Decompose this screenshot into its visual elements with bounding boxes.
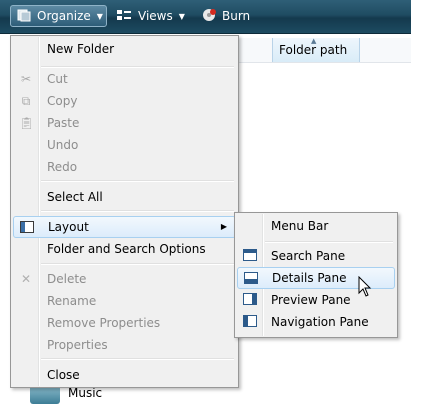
preview-pane-icon: [243, 293, 257, 308]
menu-item-label: Remove Properties: [47, 316, 161, 330]
copy-icon: ⧉: [21, 94, 31, 108]
details-pane-icon: [244, 272, 258, 287]
menu-item-undo[interactable]: Undo: [13, 134, 236, 156]
search-pane-icon: [243, 249, 257, 264]
clipboard-icon: 📋︎: [19, 116, 35, 130]
views-icon: [116, 8, 132, 25]
menu-item-label: Preview Pane: [271, 293, 351, 307]
menu-item-folder-search-options[interactable]: Folder and Search Options: [13, 238, 236, 260]
menu-item-label: Details Pane: [272, 271, 347, 285]
menu-separator: [41, 180, 234, 182]
menu-separator: [41, 263, 234, 265]
menu-item-close[interactable]: Close: [13, 364, 236, 386]
burn-disc-icon: [202, 8, 216, 25]
scissors-icon: ✂: [20, 72, 32, 86]
menu-item-label: Cut: [47, 72, 68, 86]
menu-item-label: Menu Bar: [271, 219, 329, 233]
submenu-item-menu-bar[interactable]: Menu Bar: [237, 215, 395, 237]
menu-item-remove-properties[interactable]: Remove Properties: [13, 312, 236, 334]
menu-item-new-folder[interactable]: New Folder: [13, 38, 236, 60]
menu-item-label: Copy: [47, 94, 78, 108]
menu-item-label: Paste: [47, 116, 80, 130]
organize-icon: [17, 8, 31, 25]
burn-button[interactable]: Burn: [196, 5, 258, 27]
sort-up-icon: ▲: [311, 37, 317, 45]
menu-separator: [41, 358, 234, 360]
menu-item-label: Redo: [47, 160, 78, 174]
music-label: Music: [68, 386, 103, 400]
command-bar: Organize ▼ Views ▼ Burn: [0, 0, 411, 34]
menu-item-paste[interactable]: 📋︎ Paste: [13, 112, 236, 134]
menu-item-label: Properties: [47, 338, 108, 352]
window-right-margin: [411, 0, 424, 416]
delete-x-icon: ✕: [20, 272, 32, 286]
menu-separator: [41, 210, 234, 212]
menu-item-redo[interactable]: Redo: [13, 156, 236, 178]
menu-item-label: Layout: [48, 220, 89, 234]
menu-separator: [265, 241, 393, 243]
menu-item-label: Folder and Search Options: [47, 242, 206, 256]
organize-label: Organize: [37, 9, 91, 23]
menu-item-delete[interactable]: ✕ Delete: [13, 268, 236, 290]
navigation-pane-icon: [243, 315, 257, 330]
submenu-item-search-pane[interactable]: Search Pane: [237, 245, 395, 267]
menu-item-label: Navigation Pane: [271, 315, 369, 329]
menu-item-cut[interactable]: ✂ Cut: [13, 68, 236, 90]
menu-item-label: New Folder: [47, 42, 115, 56]
submenu-item-navigation-pane[interactable]: Navigation Pane: [237, 311, 395, 333]
menu-item-label: Rename: [47, 294, 97, 308]
organize-button[interactable]: Organize ▼: [10, 5, 107, 27]
folder-path-column-header[interactable]: ▲ Folder path: [272, 37, 360, 62]
menu-item-label: Search Pane: [271, 249, 346, 263]
layout-submenu: Menu Bar Search Pane Details Pane Previe…: [234, 212, 398, 338]
menu-item-layout[interactable]: Layout ▶: [13, 216, 236, 238]
views-button[interactable]: Views ▼: [110, 5, 192, 27]
window-bottom-margin: [0, 404, 424, 416]
menu-item-copy[interactable]: ⧉ Copy: [13, 90, 236, 112]
menu-item-rename[interactable]: Rename: [13, 290, 236, 312]
menu-item-select-all[interactable]: Select All: [13, 186, 236, 208]
layout-icon: [20, 221, 34, 236]
submenu-arrow-icon: ▶: [220, 222, 227, 231]
menu-item-label: Delete: [47, 272, 87, 286]
chevron-down-icon: ▼: [96, 11, 103, 21]
mouse-cursor-icon: [358, 276, 372, 297]
chevron-down-icon: ▼: [178, 11, 185, 21]
burn-label: Burn: [222, 9, 251, 23]
menu-item-label: Select All: [47, 190, 103, 204]
menu-item-label: Close: [47, 368, 80, 382]
menu-item-properties[interactable]: Properties: [13, 334, 236, 356]
views-label: Views: [138, 9, 173, 23]
menu-item-label: Undo: [47, 138, 79, 152]
organize-menu: New Folder ✂ Cut ⧉ Copy 📋︎ Paste Undo Re…: [10, 35, 239, 388]
